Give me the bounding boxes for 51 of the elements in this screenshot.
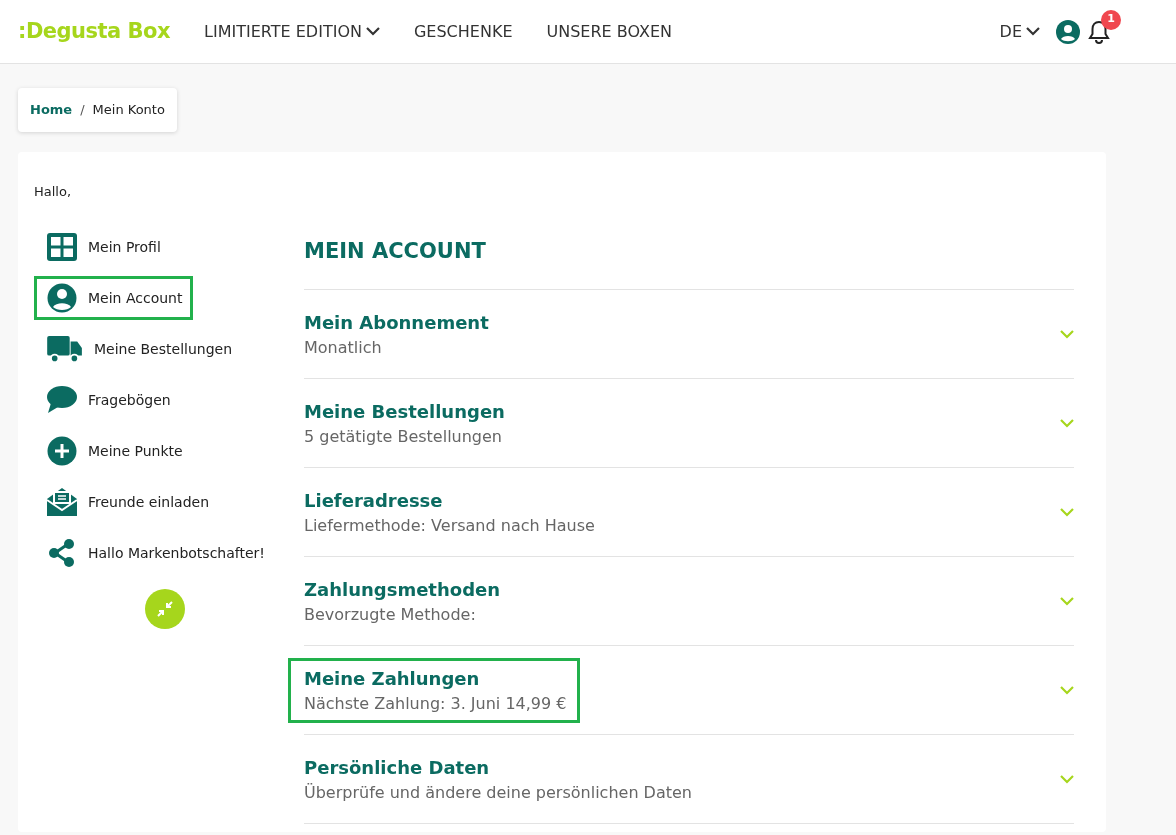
chevron-down-icon — [1026, 27, 1040, 36]
greeting-text: Hallo, — [34, 182, 73, 201]
collapse-arrows-icon — [157, 601, 173, 617]
bell-icon[interactable] — [1088, 19, 1110, 44]
sidebar-item[interactable]: Freunde einladen — [34, 480, 220, 524]
section-title: Persönliche Daten — [304, 755, 491, 780]
chevron-down-icon — [1060, 685, 1074, 695]
breadcrumb-item[interactable]: Home — [30, 100, 73, 120]
accordion-item[interactable]: Meine Bestellungen 5 getätigte Bestellungen — [288, 379, 1074, 467]
chevron-down-icon — [1060, 507, 1074, 517]
user-icon — [46, 283, 78, 313]
breadcrumb-separator: / — [80, 101, 85, 119]
section-subtitle: Liefermethode: Versand nach Hause — [304, 514, 595, 537]
accordion-item[interactable]: Persönliche Daten Überprüfe und ändere deine persönlichen Daten — [288, 735, 1074, 823]
language-selector[interactable]: DE — [999, 19, 1040, 44]
section-title: Meine Bestellungen — [304, 399, 505, 424]
section-title: Zahlungsmethoden — [304, 577, 501, 602]
section-title: Lieferadresse — [304, 488, 444, 513]
plus-circle-icon — [46, 436, 78, 466]
grid-icon — [46, 232, 78, 262]
notification-count: 1 — [1101, 9, 1121, 30]
breadcrumb-item: Mein Konto — [92, 101, 165, 119]
chevron-down-icon — [1060, 774, 1074, 784]
sidebar-item[interactable]: Meine Punkte — [34, 429, 194, 473]
section-heading: MEIN ACCOUNT — [304, 237, 487, 265]
sidebar-item[interactable]: Mein Account — [34, 276, 194, 320]
sidebar-item[interactable]: Hallo Markenbotschafter! — [34, 531, 276, 575]
sidebar-item[interactable]: Fragebögen — [34, 378, 182, 422]
chevron-down-icon — [1060, 596, 1074, 606]
accordion-item[interactable]: Zahlungsmethoden Bevorzugte Methode: — [288, 557, 1074, 645]
truck-icon — [46, 334, 84, 364]
accordion-item[interactable]: Meine Zahlungen Nächste Zahlung: 3. Juni 14,99 € — [288, 646, 1074, 734]
envelope-icon — [46, 487, 78, 517]
accordion-item[interactable]: Lieferadresse Liefermethode: Versand nach Hause — [288, 468, 1074, 556]
section-subtitle: Bevorzugte Methode: — [304, 603, 477, 626]
section-title: Mein Abonnement — [304, 310, 489, 335]
nav-link[interactable]: GESCHENKE — [413, 19, 513, 44]
user-icon[interactable] — [1056, 19, 1080, 44]
chevron-down-icon — [1060, 329, 1074, 339]
nav-link[interactable]: LIMITIERTE EDITION — [204, 19, 380, 44]
section-subtitle: Überprüfe und ändere deine persönlichen Daten — [304, 781, 692, 804]
chevron-down-icon — [1060, 418, 1074, 428]
section-subtitle: 5 getätigte Bestellungen — [304, 425, 503, 448]
speech-bubble-icon — [46, 385, 78, 415]
section-subtitle: Nächste Zahlung: 3. Juni 14,99 € — [304, 692, 567, 715]
nav-link[interactable]: UNSERE BOXEN — [546, 19, 673, 44]
sidebar-item[interactable]: Meine Bestellungen — [34, 327, 244, 371]
section-title: Meine Zahlungen — [304, 666, 481, 691]
sidebar-item[interactable]: Mein Profil — [34, 225, 172, 269]
accordion-item[interactable]: Mein Abonnement Monatlich — [288, 290, 1074, 378]
section-subtitle: Monatlich — [304, 336, 383, 359]
